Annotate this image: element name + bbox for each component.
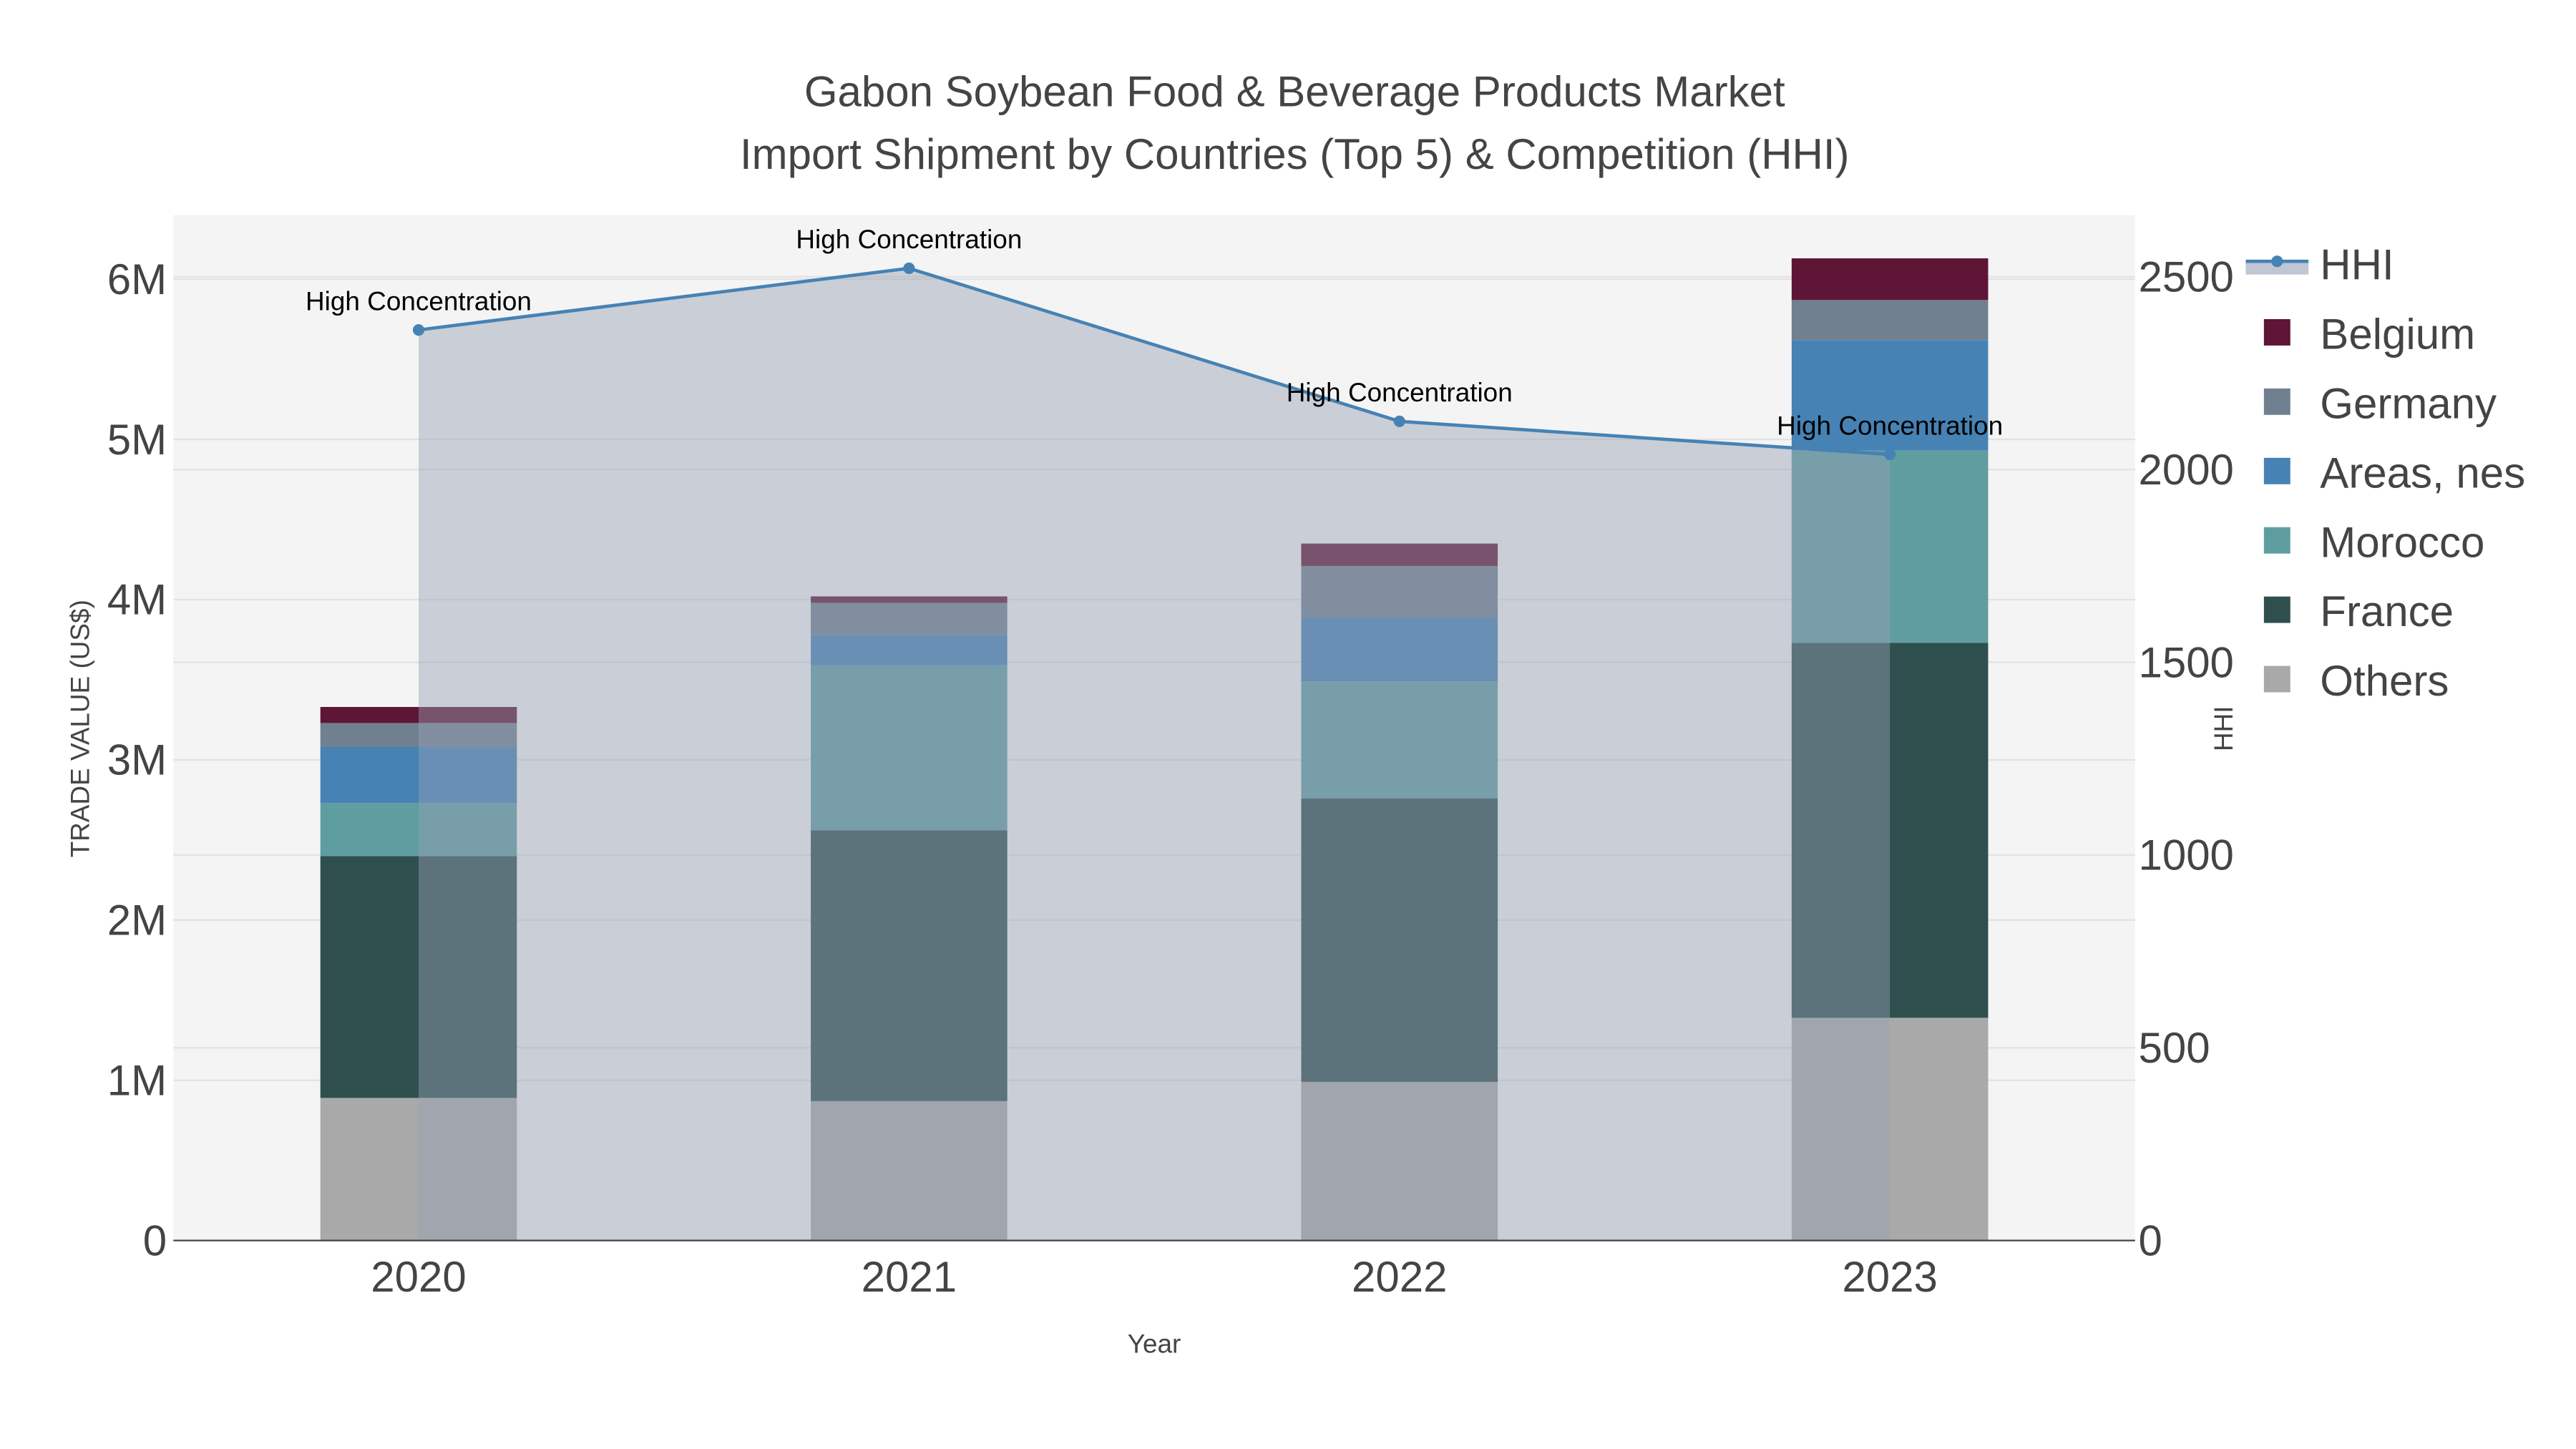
y-tick-label: 6M	[107, 255, 167, 303]
legend-label: Germany	[2320, 379, 2497, 427]
legend-swatch-areas-nes	[2263, 457, 2290, 484]
chart: High Concentration High Concentration High…	[66, 67, 2526, 1359]
y2-tick-label: 2000	[2138, 446, 2233, 494]
legend-marker-hhi	[2271, 255, 2283, 268]
x-tick-label: 2023	[1842, 1253, 1937, 1301]
hhi-point	[412, 324, 425, 336]
y2-tick-label: 500	[2138, 1024, 2210, 1072]
hhi-annotation: High Concentration	[1287, 378, 1513, 407]
x-tick-label: 2021	[862, 1253, 957, 1301]
legend-swatch-belgium	[2263, 318, 2290, 346]
x-tick-label: 2020	[371, 1253, 466, 1301]
hhi-point	[903, 262, 915, 275]
y-tick-label: 4M	[107, 576, 167, 624]
y-tick-label: 3M	[107, 736, 167, 784]
legend-swatch-france	[2263, 596, 2290, 623]
chart-title-line1: Gabon Soybean Food & Beverage Products M…	[804, 67, 1785, 115]
chart-title-line2: Import Shipment by Countries (Top 5) & C…	[740, 130, 1850, 178]
hhi-annotation: High Concentration	[796, 225, 1022, 254]
y-tick-label: 2M	[107, 897, 167, 945]
legend-label: Others	[2320, 657, 2449, 705]
legend-swatch-morocco	[2263, 527, 2290, 554]
bar-germany	[1791, 300, 1989, 341]
y-axis-label: TRADE VALUE (US$)	[66, 600, 95, 857]
hhi-annotation: High Concentration	[1777, 411, 2003, 440]
y2-tick-label: 0	[2138, 1216, 2162, 1264]
y-tick-label: 5M	[107, 416, 167, 464]
hhi-point	[1393, 415, 1405, 427]
legend-label: France	[2320, 587, 2454, 635]
y2-tick-label: 1500	[2138, 638, 2233, 686]
legend-label: Areas, nes	[2320, 449, 2525, 497]
y2-axis-label: HHI	[2209, 706, 2238, 751]
hhi-annotation: High Concentration	[306, 286, 532, 316]
x-axis-label: Year	[1128, 1330, 1181, 1359]
legend: HHI Belgium Germany Areas, nes Morocco France…	[2245, 241, 2525, 705]
legend-label: HHI	[2320, 241, 2394, 289]
bar-belgium	[1791, 258, 1989, 301]
y-tick-label: 0	[143, 1216, 167, 1264]
hhi-point	[1884, 449, 1896, 461]
legend-swatch-others	[2263, 665, 2290, 693]
y-tick-label: 1M	[107, 1057, 167, 1105]
legend-swatch-germany	[2263, 388, 2290, 415]
y2-tick-label: 1000	[2138, 831, 2233, 879]
legend-label: Morocco	[2320, 518, 2484, 566]
y2-tick-label: 2500	[2138, 253, 2233, 301]
x-tick-label: 2022	[1352, 1253, 1447, 1301]
legend-label: Belgium	[2320, 310, 2475, 358]
